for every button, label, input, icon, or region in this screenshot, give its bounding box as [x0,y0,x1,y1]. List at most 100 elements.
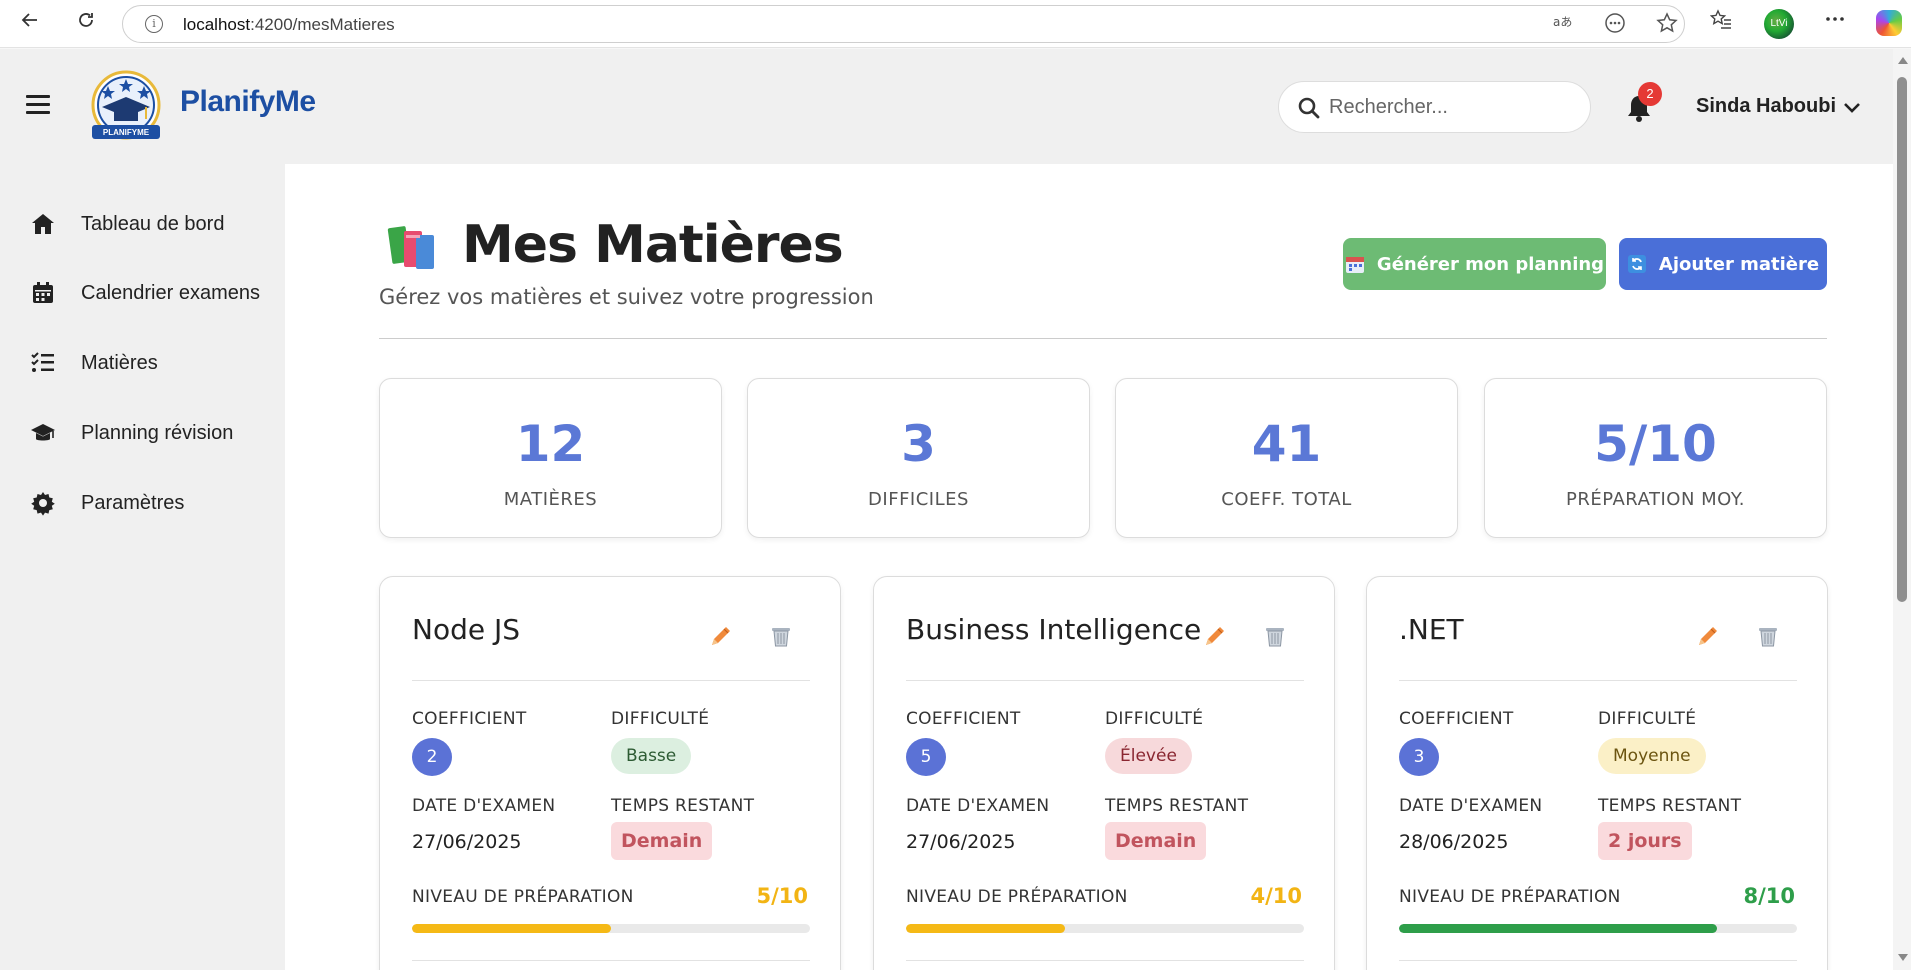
card-divider [412,680,810,681]
sidebar-item-dashboard[interactable]: Tableau de bord [30,204,270,244]
exam-date-label: DATE D'EXAMEN [1399,796,1543,816]
add-subject-label: Ajouter matière [1658,253,1820,275]
add-subject-button[interactable]: Ajouter matière [1619,238,1827,290]
prep-progress-bar [1399,924,1797,933]
card-divider [1399,680,1797,681]
search-box[interactable] [1278,81,1591,133]
prep-level-label: NIVEAU DE PRÉPARATION [1399,887,1621,907]
subject-card: .NET COEFFICIENT DIFFICULTÉ 3 Moyenne DA… [1366,576,1828,970]
address-bar[interactable]: i localhost:4200/mesMatieres aあ [122,5,1685,43]
page-subtitle: Gérez vos matières et suivez votre progr… [379,285,874,309]
sidebar-item-label: Paramètres [81,491,185,514]
search-input[interactable] [1329,90,1579,124]
scroll-up-arrow-icon[interactable] [1898,57,1908,64]
sidebar: Tableau de bord Calendrier examens Matiè… [0,164,285,970]
difficulty-label: DIFFICULTÉ [1105,709,1204,729]
difficulty-badge: Élevée [1105,738,1192,774]
favorites-list-icon[interactable] [1705,8,1737,40]
stat-card-difficult: 3 DIFFICILES [747,378,1090,538]
prep-progress-fill [1399,924,1718,933]
sidebar-item-label: Tableau de bord [81,212,225,235]
stat-label: PRÉPARATION MOY. [1566,489,1745,510]
scroll-down-arrow-icon[interactable] [1898,954,1908,961]
browser-toolbar: i localhost:4200/mesMatieres aあ LtVi [0,0,1911,48]
url-text: localhost:4200/mesMatieres [183,15,395,34]
coefficient-badge: 5 [906,738,946,776]
home-icon [32,214,54,234]
card-divider [906,960,1304,961]
stat-value: 3 [901,415,936,473]
calendar-icon [33,282,53,303]
more-dots-circle-icon[interactable] [1602,12,1628,38]
card-divider [412,960,810,961]
exam-date-label: DATE D'EXAMEN [412,796,556,816]
refresh-icon [1627,254,1647,274]
site-info-icon[interactable]: i [145,15,163,33]
menu-toggle-icon[interactable] [26,95,50,115]
prep-level-label: NIVEAU DE PRÉPARATION [906,887,1128,907]
prep-level-label: NIVEAU DE PRÉPARATION [412,887,634,907]
favorite-star-icon[interactable] [1654,12,1680,38]
page-title: Mes Matières [462,215,844,275]
stat-card-total-coefficient: 41 COEFF. TOTAL [1115,378,1458,538]
prep-progress-fill [412,924,611,933]
generate-planning-button[interactable]: Générer mon planning [1343,238,1606,290]
edit-pencil-icon[interactable] [708,623,734,649]
stat-card-subjects: 12 MATIÈRES [379,378,722,538]
gear-icon [31,492,55,516]
coefficient-badge: 2 [412,738,452,776]
edit-pencil-icon[interactable] [1695,623,1721,649]
app-header: PLANIFYME PlanifyMe 2 Sinda Haboubi [0,49,1893,164]
books-icon [386,221,438,273]
stat-card-average-preparation: 5/10 PRÉPARATION MOY. [1484,378,1827,538]
brand-name[interactable]: PlanifyMe [180,85,316,119]
subject-card: Node JS COEFFICIENT DIFFICULTÉ 2 Basse D… [379,576,841,970]
header-divider [379,338,1827,339]
back-arrow-icon[interactable] [14,8,46,40]
exam-date-label: DATE D'EXAMEN [906,796,1050,816]
coefficient-badge: 3 [1399,738,1439,776]
trash-icon[interactable] [768,623,794,649]
sidebar-item-subjects[interactable]: Matières [30,343,270,383]
read-aloud-icon[interactable]: aあ [1551,12,1577,38]
user-name[interactable]: Sinda Haboubi [1696,95,1836,118]
svg-text:aあ: aあ [1553,15,1572,29]
subject-name: .NET [1399,613,1464,646]
sidebar-item-revision-planning[interactable]: Planning révision [30,413,270,453]
calendar-icon [1345,254,1365,274]
difficulty-label: DIFFICULTÉ [611,709,710,729]
sidebar-item-exam-calendar[interactable]: Calendrier examens [30,273,270,313]
card-divider [906,680,1304,681]
time-left-badge: Demain [611,822,713,860]
time-left-label: TEMPS RESTANT [611,796,755,816]
sidebar-item-label: Calendrier examens [81,281,260,304]
trash-icon[interactable] [1755,623,1781,649]
page-scrollbar[interactable] [1893,49,1911,970]
prep-progress-bar [906,924,1304,933]
chevron-down-icon[interactable] [1843,101,1861,119]
reload-icon[interactable] [70,8,102,40]
trash-icon[interactable] [1262,623,1288,649]
difficulty-badge: Basse [611,738,692,774]
more-menu-icon[interactable] [1819,8,1851,40]
stat-value: 41 [1251,415,1322,473]
scrollbar-thumb[interactable] [1897,77,1907,602]
copilot-icon[interactable] [1876,10,1902,36]
sidebar-item-label: Planning révision [81,421,234,444]
stat-label: DIFFICILES [868,489,969,510]
exam-date-value: 27/06/2025 [412,831,522,853]
stat-value: 12 [515,415,586,473]
coefficient-label: COEFFICIENT [1399,709,1514,729]
generate-planning-label: Générer mon planning [1376,253,1605,275]
edit-pencil-icon[interactable] [1202,623,1228,649]
time-left-badge: Demain [1105,822,1207,860]
logo-text: PLANIFYME [103,128,150,137]
coefficient-label: COEFFICIENT [412,709,527,729]
prep-score: 4/10 [1250,884,1302,908]
sidebar-item-settings[interactable]: Paramètres [30,483,270,523]
time-left-label: TEMPS RESTANT [1598,796,1742,816]
exam-date-value: 28/06/2025 [1399,831,1509,853]
coefficient-label: COEFFICIENT [906,709,1021,729]
profile-avatar[interactable]: LtVi [1764,9,1794,39]
search-icon [1297,96,1321,125]
